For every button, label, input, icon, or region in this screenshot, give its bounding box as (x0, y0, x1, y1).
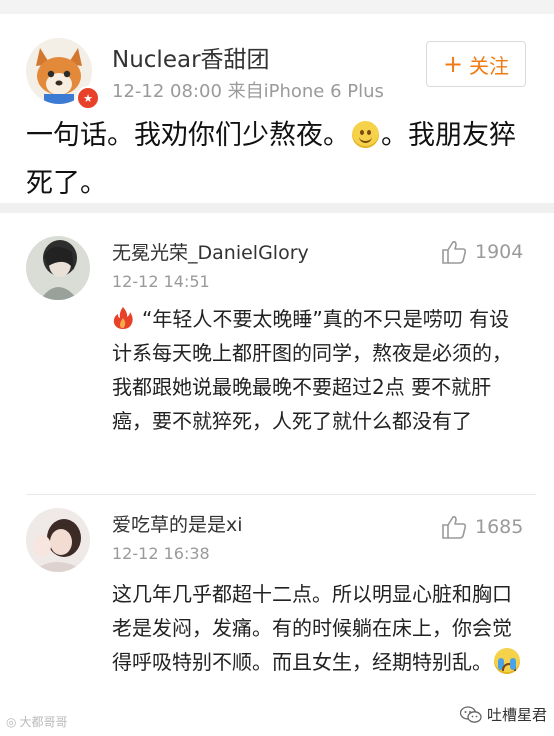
comment-text: 这几年几乎都超十二点。所以明显心脏和胸口老是发闷，发痛。有的时候躺在床上，你会觉… (112, 577, 522, 679)
section-divider (0, 203, 554, 213)
post-text: 一句话。我劝你们少熬夜。 。我朋友猝死了。 (26, 112, 532, 208)
weibo-icon: ◎ (6, 714, 17, 729)
comment-avatar[interactable] (26, 236, 90, 300)
watermark-left-text: 大都哥哥 (19, 715, 68, 729)
user-avatar-icon (26, 236, 90, 300)
comment-text-body: 这几年几乎都超十二点。所以明显心脏和胸口老是发闷，发痛。有的时候躺在床上，你会觉… (112, 582, 512, 674)
fire-icon (113, 307, 133, 329)
wechat-icon (460, 705, 482, 723)
post-text-part1: 一句话。我劝你们少熬夜。 (26, 120, 350, 151)
thumbs-up-icon (442, 516, 467, 539)
post-meta: 12-12 08:00 来自iPhone 6 Plus (112, 81, 384, 102)
comment-text-body: “年轻人不要太晚睡”真的不只是唠叨 有设计系每天晚上都肝图的同学，熬夜是必须的，… (112, 307, 512, 433)
follow-label: 关注 (469, 53, 510, 78)
post-author-name[interactable]: Nuclear香甜团 (112, 40, 270, 74)
user-avatar-icon (26, 508, 90, 572)
vip-badge-icon: ★ (76, 86, 100, 110)
plus-icon: + (442, 50, 464, 78)
comment-text: “年轻人不要太晚睡”真的不只是唠叨 有设计系每天晚上都肝图的同学，熬夜是必须的，… (112, 302, 522, 438)
comment-time: 12-12 14:51 (112, 272, 210, 291)
comment-separator (26, 494, 536, 495)
follow-button[interactable]: + 关注 (426, 41, 526, 87)
comment-time: 12-12 16:38 (112, 544, 210, 563)
crying-face-icon (494, 648, 520, 674)
watermark-left: ◎ 大都哥哥 (6, 713, 68, 730)
watermark-right-text: 吐槽星君 (487, 706, 548, 724)
comment-author-name[interactable]: 无冕光荣_DanielGlory (112, 238, 309, 265)
smiley-icon (352, 121, 379, 148)
top-strip (0, 0, 554, 14)
like-button[interactable]: 1685 (441, 515, 523, 539)
comment-author-name[interactable]: 爱吃草的是是xi (112, 510, 243, 537)
comment-avatar[interactable] (26, 508, 90, 572)
thumbs-up-icon (442, 241, 467, 264)
watermark-right: 吐槽星君 (460, 704, 547, 725)
like-count: 1685 (475, 516, 524, 538)
like-button[interactable]: 1904 (441, 240, 523, 264)
like-count: 1904 (475, 241, 524, 263)
